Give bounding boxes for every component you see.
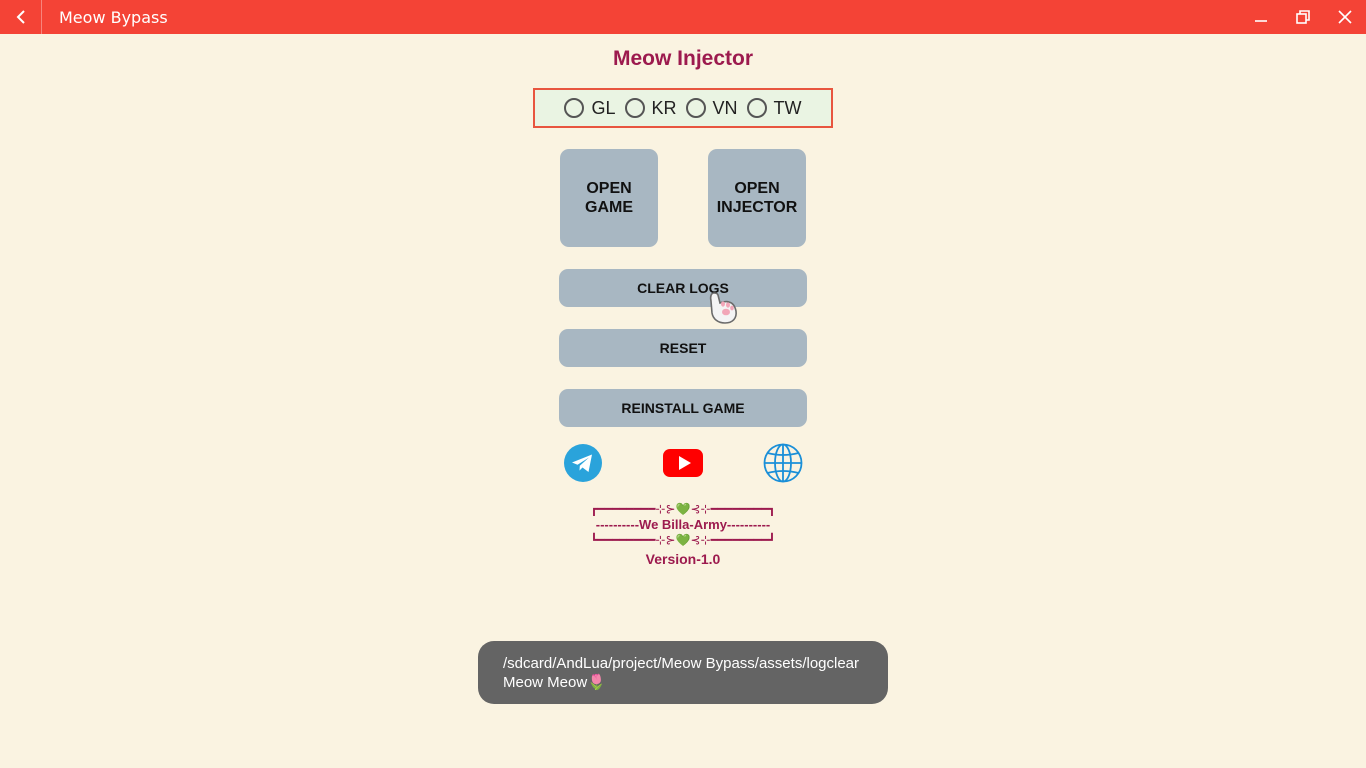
radio-vn-label: VN [712, 97, 738, 118]
close-button[interactable] [1324, 0, 1366, 34]
radio-kr-label: KR [651, 97, 677, 118]
clear-logs-button[interactable]: CLEAR LOGS [559, 269, 807, 307]
restore-icon [1296, 10, 1310, 24]
open-injector-line2: INJECTOR [716, 199, 798, 216]
toast-text: Meow Meow [503, 674, 588, 691]
app-title: Meow Bypass [59, 8, 168, 27]
radio-tw-label: TW [773, 97, 802, 118]
close-icon [1338, 10, 1352, 24]
radio-kr[interactable]: KR [624, 97, 677, 119]
page-title: Meow Injector [612, 47, 754, 70]
tulip-icon: 🌷 [587, 674, 606, 691]
reset-button[interactable]: RESET [559, 329, 807, 367]
banner-top-border: ┏━━━━━━━━⊹⊱💚⊰⊹━━━━━━━━┓ [590, 502, 776, 516]
telegram-icon[interactable] [563, 443, 603, 483]
cat-paw-cursor-icon [709, 292, 737, 324]
reinstall-game-button[interactable]: REINSTALL GAME [559, 389, 807, 427]
radio-circle-icon[interactable] [746, 98, 767, 118]
open-injector-line1: OPEN [734, 180, 780, 197]
radio-vn[interactable]: VN [685, 97, 738, 119]
radio-gl[interactable]: GL [564, 97, 616, 119]
minimize-button[interactable] [1240, 0, 1282, 34]
title-bar: Meow Bypass [0, 0, 1366, 34]
radio-circle-icon[interactable] [564, 98, 585, 118]
radio-tw[interactable]: TW [746, 97, 802, 119]
banner-bottom-border: ┗━━━━━━━━⊹⊱💚⊰⊹━━━━━━━━┛ [590, 533, 776, 547]
open-game-button[interactable]: OPEN GAME [560, 149, 658, 247]
region-radio-group: GL KR VN TW [533, 88, 833, 128]
toast-path: /sdcard/AndLua/project/Meow Bypass/asset… [503, 655, 860, 672]
open-game-line2: GAME [585, 199, 633, 216]
radio-circle-icon[interactable] [685, 98, 706, 118]
open-game-line1: OPEN [586, 180, 632, 197]
open-injector-button[interactable]: OPEN INJECTOR [708, 149, 806, 247]
chevron-left-icon [16, 10, 25, 24]
banner-text: ----------We Billa-Army---------- [595, 517, 771, 532]
back-button[interactable] [0, 0, 42, 34]
toast-line2: Meow Meow🌷 [503, 673, 888, 692]
minimize-icon [1255, 20, 1267, 22]
radio-circle-icon[interactable] [624, 98, 645, 118]
globe-icon[interactable] [763, 443, 803, 483]
youtube-icon[interactable] [663, 443, 703, 483]
version-label: Version-1.0 [645, 551, 721, 567]
restore-button[interactable] [1282, 0, 1324, 34]
banner: ┏━━━━━━━━⊹⊱💚⊰⊹━━━━━━━━┓ ----------We Bil… [557, 500, 809, 547]
toast-message: /sdcard/AndLua/project/Meow Bypass/asset… [478, 641, 888, 704]
radio-gl-label: GL [591, 97, 616, 118]
